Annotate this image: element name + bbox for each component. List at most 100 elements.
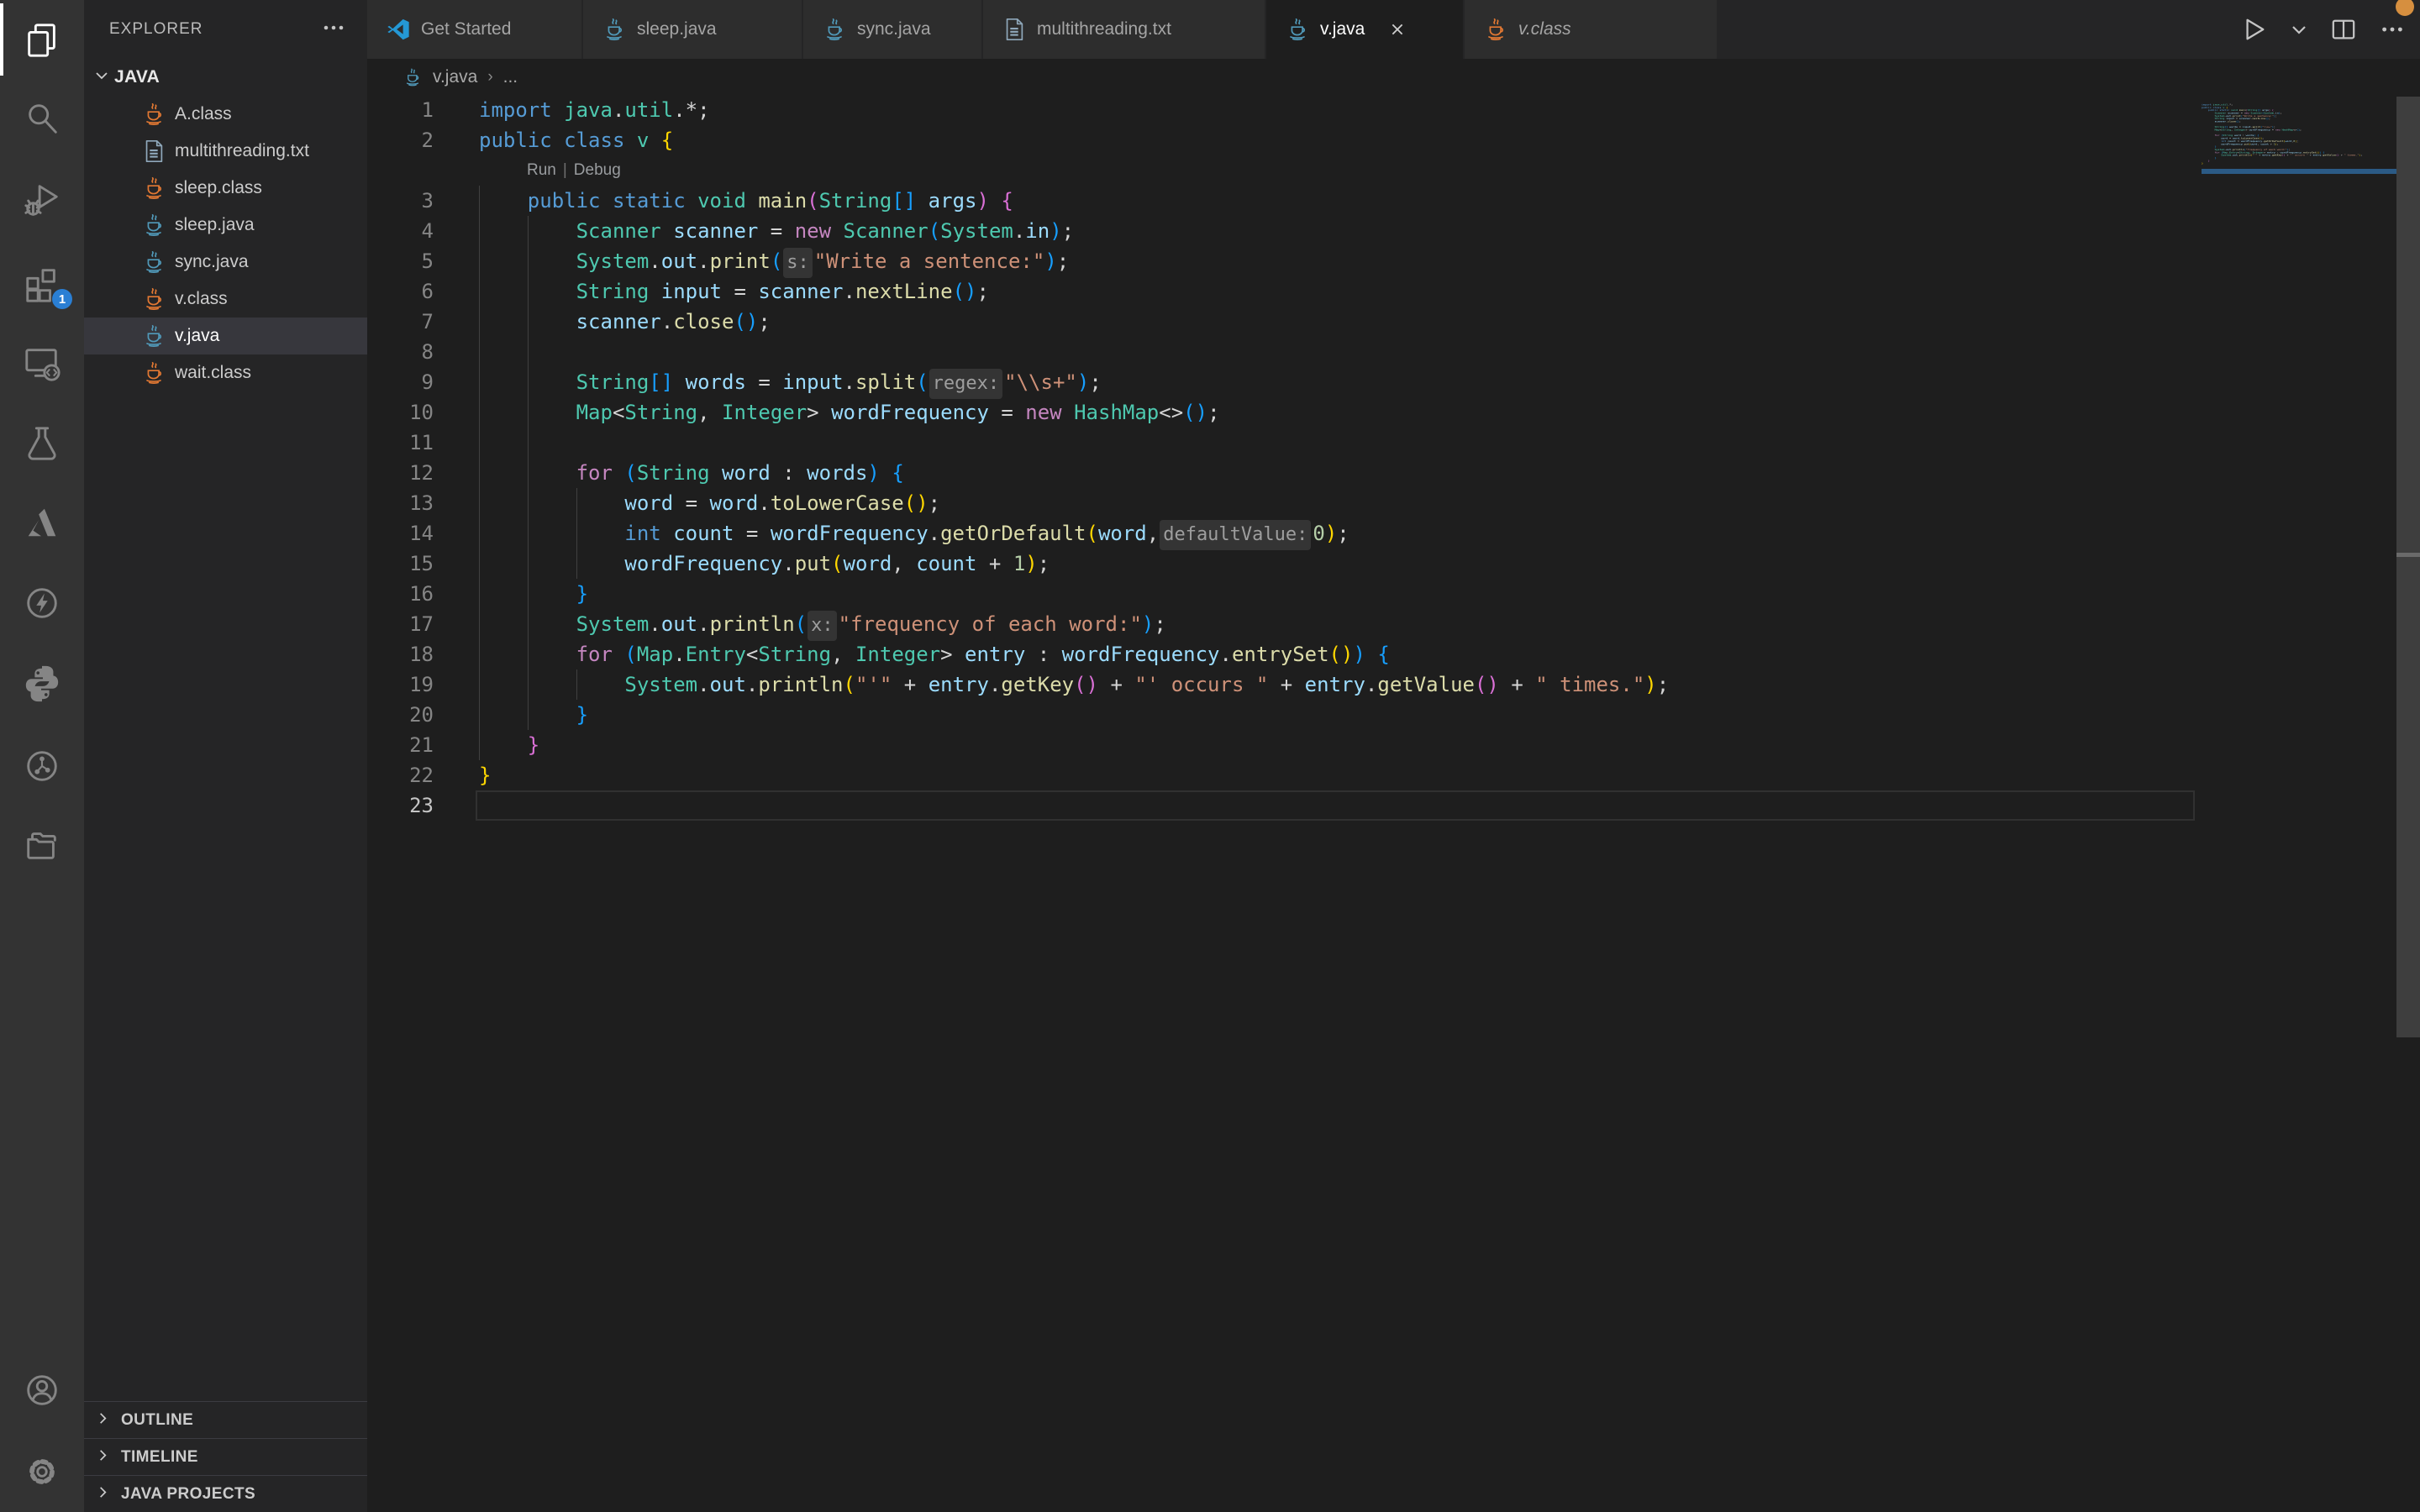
code-line-22[interactable]: 22}	[367, 760, 2420, 790]
split-editor-button[interactable]	[2331, 17, 2356, 42]
file-row-wait.class[interactable]: wait.class	[84, 354, 367, 391]
line-number[interactable]: 19	[367, 669, 434, 700]
line-number[interactable]: 15	[367, 549, 434, 579]
code-line-14[interactable]: 14int count = wordFrequency.getOrDefault…	[367, 518, 2420, 549]
code-editor[interactable]: 1import java.util.*;2public class v {Run…	[367, 95, 2420, 821]
breadcrumb-ellipsis[interactable]: ...	[503, 67, 518, 87]
code-line-20[interactable]: 20}	[367, 700, 2420, 730]
code-line-1[interactable]: 1import java.util.*;	[367, 95, 2420, 125]
line-number[interactable]: 22	[367, 760, 434, 790]
tab-v.class[interactable]: v.class	[1465, 0, 1718, 59]
activitybar-accounts-icon[interactable]	[0, 1352, 84, 1429]
code-line-12[interactable]: 12for (String word : words) {	[367, 458, 2420, 488]
line-number[interactable]: 9	[367, 367, 434, 397]
breadcrumb[interactable]: v.java › ...	[367, 59, 2420, 95]
code-text: Scanner scanner = new Scanner(System.in)…	[479, 216, 1074, 246]
activitybar-azure-icon[interactable]	[0, 484, 84, 561]
activitybar-testing-icon[interactable]	[0, 405, 84, 482]
activitybar-thunder-client-icon[interactable]	[0, 564, 84, 642]
code-line-11[interactable]: 11	[367, 428, 2420, 458]
code-line-21[interactable]: 21}	[367, 730, 2420, 760]
line-number[interactable]: 7	[367, 307, 434, 337]
file-row-multithreading.txt[interactable]: multithreading.txt	[84, 133, 367, 170]
line-number[interactable]: 6	[367, 276, 434, 307]
code-line-18[interactable]: 18for (Map.Entry<String, Integer> entry …	[367, 639, 2420, 669]
activitybar-settings-gear-icon[interactable]	[0, 1433, 84, 1510]
minimap[interactable]: import java.util.*;public class v {publi…	[2202, 103, 2396, 799]
codelens-row[interactable]: Run|Debug	[367, 155, 2420, 186]
run-dropdown-chevron-icon[interactable]	[2291, 21, 2307, 38]
file-row-A.class[interactable]: A.class	[84, 96, 367, 133]
code-line-8[interactable]: 8	[367, 337, 2420, 367]
close-icon[interactable]	[1386, 18, 1408, 40]
tab-Get Started[interactable]: Get Started	[367, 0, 583, 59]
code-line-17[interactable]: 17System.out.println(x:"frequency of eac…	[367, 609, 2420, 639]
tab-sleep.java[interactable]: sleep.java	[583, 0, 803, 59]
activitybar-live-share-icon[interactable]	[0, 727, 84, 805]
line-number[interactable]: 12	[367, 458, 434, 488]
line-number[interactable]: 20	[367, 700, 434, 730]
explorer-more-actions-icon[interactable]	[317, 17, 350, 43]
line-number[interactable]: 11	[367, 428, 434, 458]
line-number[interactable]: 13	[367, 488, 434, 518]
code-text: word = word.toLowerCase();	[479, 488, 940, 518]
line-number[interactable]: 18	[367, 639, 434, 669]
breadcrumb-file[interactable]: v.java	[433, 67, 477, 87]
more-actions-button[interactable]	[2380, 17, 2405, 42]
file-row-v.class[interactable]: v.class	[84, 281, 367, 318]
code-line-5[interactable]: 5System.out.print(s:"Write a sentence:")…	[367, 246, 2420, 276]
tab-multithreading.txt[interactable]: multithreading.txt	[983, 0, 1266, 59]
line-number[interactable]: 16	[367, 579, 434, 609]
codelens-debug-link[interactable]: Debug	[574, 161, 621, 179]
line-number[interactable]: 14	[367, 518, 434, 549]
code-line-19[interactable]: 19System.out.println("'" + entry.getKey(…	[367, 669, 2420, 700]
code-line-13[interactable]: 13 word = word.toLowerCase();	[367, 488, 2420, 518]
codelens-run-link[interactable]: Run	[527, 161, 556, 179]
activitybar-remote-explorer-icon[interactable]	[0, 324, 84, 402]
line-number[interactable]: 2	[367, 125, 434, 155]
file-row-sleep.java[interactable]: sleep.java	[84, 207, 367, 244]
line-number[interactable]: 3	[367, 186, 434, 216]
code-line-16[interactable]: 16}	[367, 579, 2420, 609]
section-timeline[interactable]: TIMELINE	[84, 1438, 367, 1475]
activitybar-search-icon[interactable]	[0, 81, 84, 158]
file-row-v.java[interactable]: v.java	[84, 318, 367, 354]
code-line-3[interactable]: 3public static void main(String[] args) …	[367, 186, 2420, 216]
code-line-15[interactable]: 15wordFrequency.put(word, count + 1);	[367, 549, 2420, 579]
file-name: sleep.class	[175, 178, 262, 198]
code-line-7[interactable]: 7scanner.close();	[367, 307, 2420, 337]
file-name: multithreading.txt	[175, 141, 309, 161]
activitybar-extensions-icon[interactable]: 1	[0, 245, 84, 323]
activitybar-python-icon[interactable]	[0, 645, 84, 722]
editor-actions	[2242, 0, 2405, 59]
activitybar-explorer-icon[interactable]	[0, 2, 84, 79]
line-number[interactable]: 23	[367, 790, 434, 821]
file-row-sleep.class[interactable]: sleep.class	[84, 170, 367, 207]
java-source-icon	[141, 249, 166, 275]
activitybar-project-manager-icon[interactable]	[0, 806, 84, 884]
code-line-10[interactable]: 10Map<String, Integer> wordFrequency = n…	[367, 397, 2420, 428]
line-number[interactable]: 17	[367, 609, 434, 639]
line-number[interactable]: 10	[367, 397, 434, 428]
section-outline[interactable]: OUTLINE	[84, 1401, 367, 1438]
activitybar-run-debug-icon[interactable]	[0, 161, 84, 239]
line-number[interactable]: 5	[367, 246, 434, 276]
codelens-run-debug[interactable]: Run|Debug	[527, 155, 621, 186]
run-button[interactable]	[2242, 17, 2267, 42]
code-line-23[interactable]: 23	[367, 790, 2420, 821]
sidebar-title: EXPLORER	[109, 20, 203, 39]
tab-v.java[interactable]: v.java	[1266, 0, 1465, 59]
line-number[interactable]: 1	[367, 95, 434, 125]
tab-sync.java[interactable]: sync.java	[803, 0, 983, 59]
line-number[interactable]: 4	[367, 216, 434, 246]
line-number[interactable]: 21	[367, 730, 434, 760]
vertical-scrollbar[interactable]	[2396, 97, 2420, 1037]
folder-row-java[interactable]: JAVA	[84, 59, 367, 96]
line-number[interactable]: 8	[367, 337, 434, 367]
file-row-sync.java[interactable]: sync.java	[84, 244, 367, 281]
code-line-9[interactable]: 9String[] words = input.split(regex:"\\s…	[367, 367, 2420, 397]
code-line-4[interactable]: 4 Scanner scanner = new Scanner(System.in…	[367, 216, 2420, 246]
section-java-projects[interactable]: JAVA PROJECTS	[84, 1475, 367, 1512]
code-line-2[interactable]: 2public class v {	[367, 125, 2420, 155]
code-line-6[interactable]: 6String input = scanner.nextLine();	[367, 276, 2420, 307]
